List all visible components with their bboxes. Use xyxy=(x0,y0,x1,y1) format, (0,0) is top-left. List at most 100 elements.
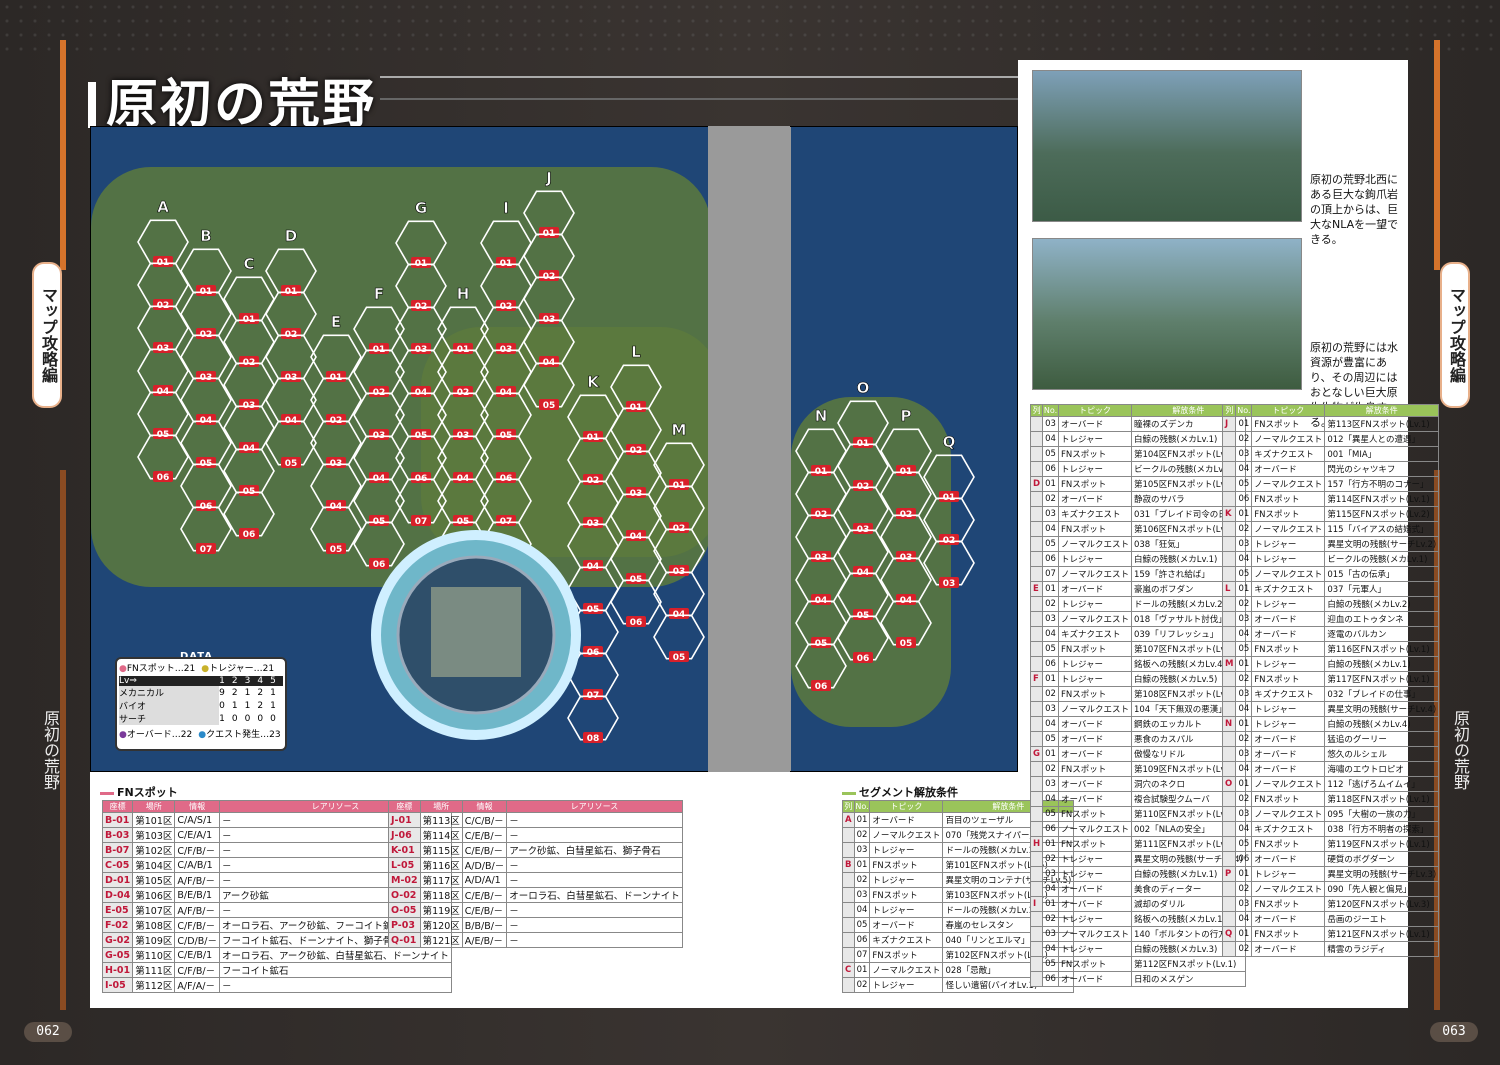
table-row: H 01 FNスポット 第111区FNスポット(Lv.3) xyxy=(1029,836,1246,852)
table-cell: 第120区FNスポット(Lv.3) xyxy=(1324,896,1440,912)
lv-cell: 0 xyxy=(270,713,276,724)
table-cell: トレジャー xyxy=(1251,716,1326,732)
table-cell: C/A/B/1 xyxy=(174,857,220,873)
table-cell: 115「バイアスの結婚式」 xyxy=(1324,521,1440,537)
table-row: 02 トレジャー 異星文明の残骸(サーチLv.4) xyxy=(1029,851,1246,867)
table-row: K-01 第115区 C/E/B/－ アーク砂鉱、白彗星鉱石、獅子骨石 xyxy=(388,842,683,858)
table-row: P-03 第120区 B/B/B/－－ xyxy=(388,917,683,933)
table-cell xyxy=(1029,611,1044,627)
table-cell: トレジャー xyxy=(1057,866,1132,882)
table-cell xyxy=(1221,701,1237,717)
table-cell: 異星文明の残骸(サーチLv.2) xyxy=(1324,536,1440,552)
table-cell: 03 xyxy=(1235,611,1253,627)
column-letter-e: E xyxy=(331,313,341,331)
table-row: Q-01 第121区 A/E/B/－－ xyxy=(388,932,683,948)
table-cell: 03 xyxy=(853,887,871,903)
table-cell xyxy=(1221,461,1237,477)
table-cell: 037「元軍人」 xyxy=(1324,581,1440,597)
table-cell: オーバード xyxy=(1251,746,1326,762)
table-cell: キズナクエスト xyxy=(1251,446,1326,462)
treasure-count-text: トレジャー…21 xyxy=(209,664,275,674)
table-cell xyxy=(1029,866,1044,882)
table-cell: 03 xyxy=(1042,926,1059,942)
table-cell xyxy=(1029,971,1044,987)
table-cell: C-05 xyxy=(101,857,134,873)
table-cell: トレジャー xyxy=(1057,671,1132,687)
table-header-cell: 場所 xyxy=(419,800,463,813)
table-cell xyxy=(1221,446,1237,462)
table-row: 03 FNスポット 第120区FNスポット(Lv.3) xyxy=(1221,896,1440,912)
table-row: 02 FNスポット 第118区FNスポット(Lv.1) xyxy=(1221,791,1440,807)
table-row: 02 トレジャー 銘板への残骸(メカLv.1) xyxy=(1029,911,1246,927)
table-cell: 04 xyxy=(1042,521,1059,537)
side-title-left: 原初の荒野 xyxy=(41,710,60,790)
table-cell: 05 xyxy=(1042,731,1059,747)
table-cell: ノーマルクエスト xyxy=(1251,476,1326,492)
table-cell xyxy=(1221,806,1237,822)
table-cell: 03 xyxy=(1235,806,1253,822)
lv-cell: 2 xyxy=(257,700,264,711)
quest-count: ●クエスト発生…23 xyxy=(198,727,280,740)
table-cell: ノーマルクエスト xyxy=(869,827,944,843)
table-cell xyxy=(1029,911,1044,927)
table-cell: 04 xyxy=(1235,821,1253,837)
table-cell: － xyxy=(506,932,683,948)
table-cell xyxy=(1029,731,1044,747)
table-cell: 01 xyxy=(1235,716,1253,732)
title-marker xyxy=(88,82,96,128)
table-cell: C/F/B/－ xyxy=(174,962,220,978)
table-row: 02 ノーマルクエスト 090「先人観と偏見」 xyxy=(1221,881,1440,897)
table-row: 03 オーバード 洞穴のネクロ xyxy=(1029,776,1246,792)
table-row: 06 オーバード 硬質のボグダーン xyxy=(1221,851,1440,867)
table-cell: トレジャー xyxy=(869,902,944,918)
table-cell: 第113区FNスポット(Lv.1) xyxy=(1324,416,1440,432)
table-cell: 海嘯のエウトロピオ xyxy=(1324,761,1440,777)
table-cell xyxy=(1029,521,1044,537)
table-cell: 02 xyxy=(1042,851,1059,867)
table-cell: トレジャー xyxy=(869,842,944,858)
table-cell: 01 xyxy=(853,857,871,873)
page-number-right: 063 xyxy=(1430,1022,1478,1042)
table-cell: トレジャー xyxy=(869,977,944,993)
table-cell: － xyxy=(506,812,683,828)
lv-header-cell: 3 xyxy=(244,676,251,686)
column-letter-l: L xyxy=(631,343,641,361)
table-cell: 06 xyxy=(1042,821,1059,837)
table-cell: Q xyxy=(1221,926,1237,942)
table-cell: 04 xyxy=(1235,761,1253,777)
table-row: H-01 第111区 C/F/B/－ フーコイト鉱石 xyxy=(101,962,452,978)
table-cell: 03 xyxy=(1042,611,1059,627)
table-cell: ノーマルクエスト xyxy=(1057,926,1132,942)
lv-header-cell: 4 xyxy=(257,676,264,686)
table-cell: 第113区 xyxy=(419,812,463,828)
lv-cell: 1 xyxy=(270,700,276,711)
table-cell xyxy=(1221,566,1237,582)
table-cell: 白鯨の残骸(メカLv.1) xyxy=(1324,656,1440,672)
table-row: 02 オーバード 精雲のラジディ xyxy=(1221,941,1440,957)
table-cell xyxy=(1221,476,1237,492)
table-cell: ノーマルクエスト xyxy=(1057,566,1132,582)
table-cell: オーバード xyxy=(1057,716,1132,732)
table-cell: 02 xyxy=(1235,881,1253,897)
table-cell: D-01 xyxy=(101,872,134,888)
table-cell: オーロラ石、白彗星鉱石、ドーンナイト xyxy=(506,887,683,903)
table-cell: C/E/B/－ xyxy=(461,827,508,843)
table-cell xyxy=(1221,671,1237,687)
hex-number-label: 03 xyxy=(943,579,956,589)
table-cell: FNスポット xyxy=(1251,896,1326,912)
table-header-cell: 場所 xyxy=(132,800,176,813)
table-cell: オーバード xyxy=(1057,971,1132,987)
table-row: 03 トレジャー 異星文明の残骸(サーチLv.2) xyxy=(1221,536,1440,552)
table-cell: 02 xyxy=(853,977,871,993)
table-row: 06 トレジャー 白鯨の残骸(メカLv.1) xyxy=(1029,551,1246,567)
table-cell xyxy=(1221,896,1237,912)
table-cell xyxy=(1221,851,1237,867)
table-cell: B/E/B/1 xyxy=(174,887,220,903)
table-cell xyxy=(1221,431,1237,447)
table-cell: M-02 xyxy=(388,872,421,888)
table-cell: 06 xyxy=(1042,461,1059,477)
table-cell xyxy=(1221,731,1237,747)
table-cell: FNスポット xyxy=(869,947,944,963)
table-cell: FNスポット xyxy=(1251,926,1326,942)
table-cell xyxy=(842,887,855,903)
